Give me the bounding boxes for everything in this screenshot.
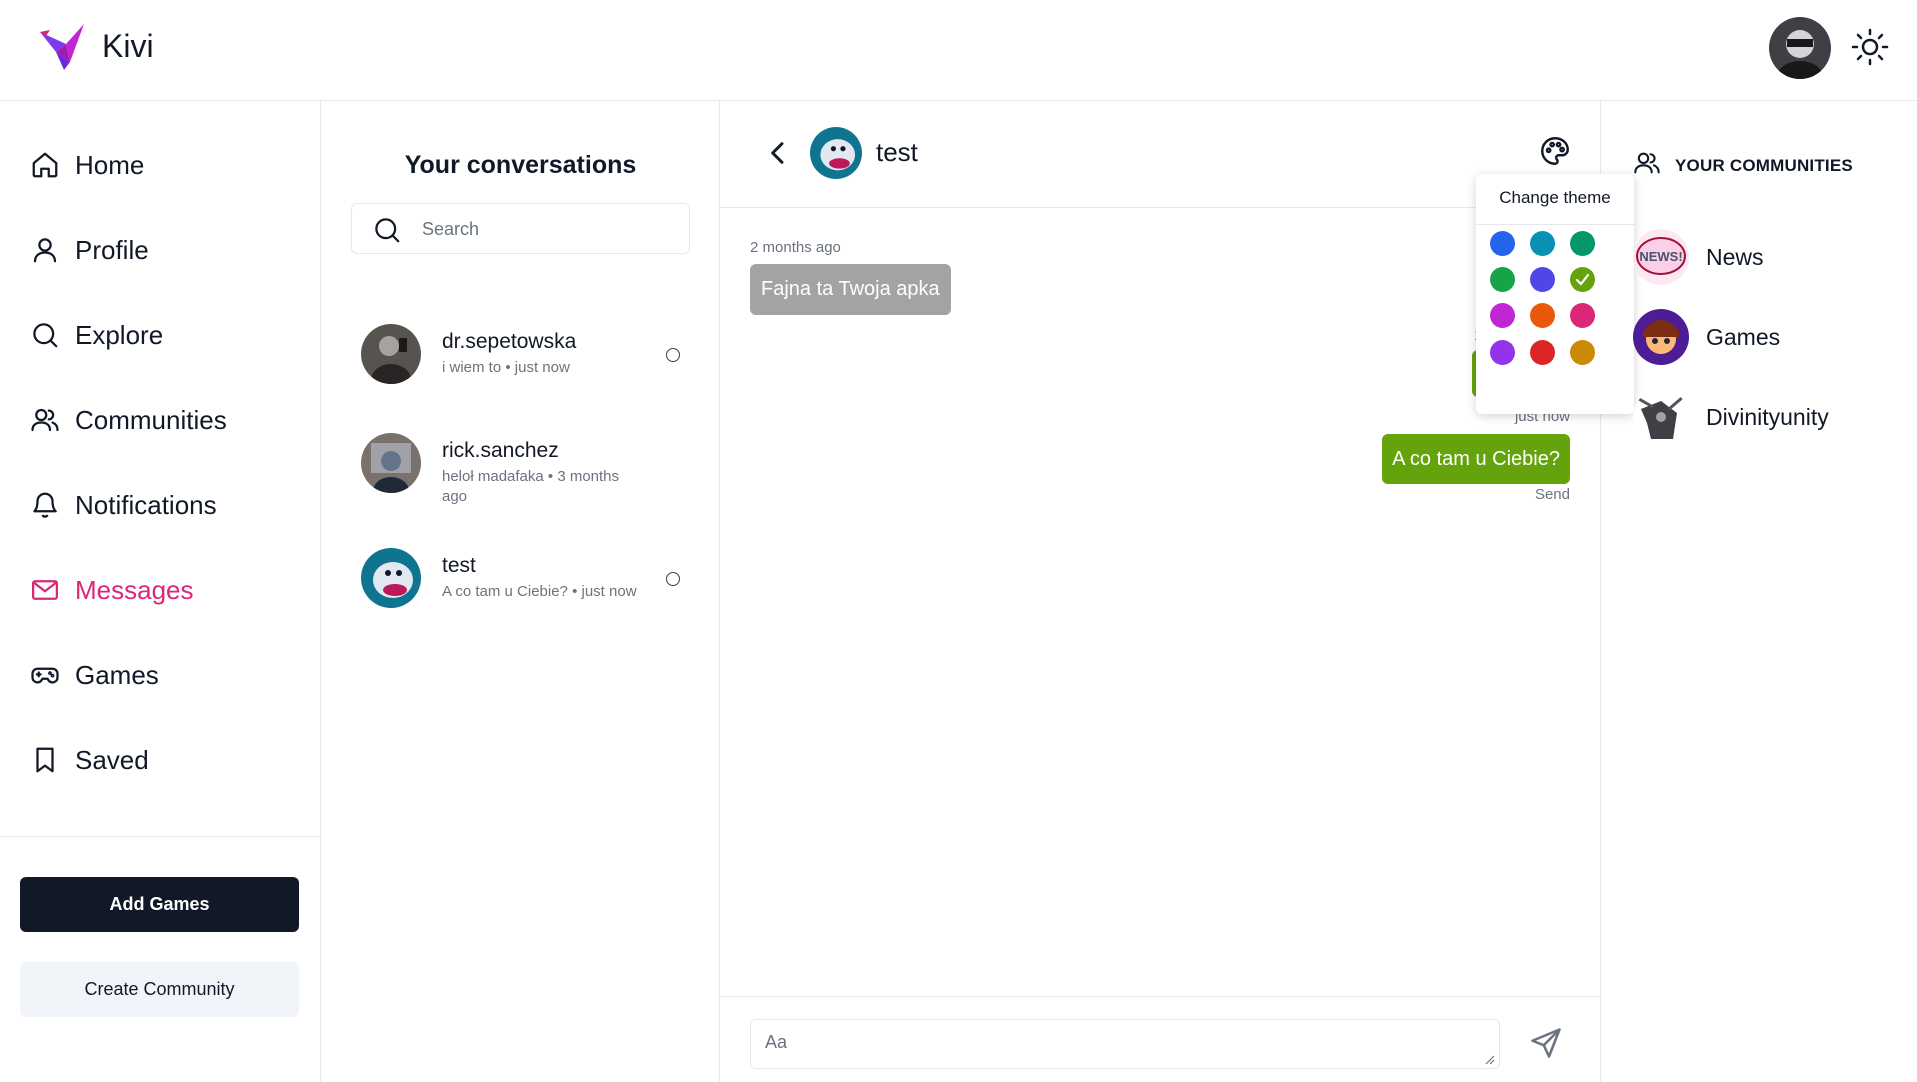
preview-time: just now	[514, 359, 570, 376]
chat-panel: test 2 months ago Fajna ta Twoja apka 1 …	[720, 101, 1601, 1082]
brand-name[interactable]: Kivi	[102, 28, 154, 65]
communities-header: YOUR COMMUNITIES	[1633, 149, 1853, 182]
composer-divider	[720, 996, 1601, 997]
preview-time: just now	[581, 583, 637, 600]
chat-contact-name[interactable]: test	[876, 137, 918, 168]
nav-item-messages[interactable]: Messages	[28, 568, 194, 612]
community-item[interactable]: NEWS! News	[1633, 227, 1903, 287]
outgoing-message-bubble: A co tam u Ciebie?	[1382, 434, 1570, 484]
chat-header: test	[720, 101, 1601, 208]
search-icon	[372, 215, 402, 245]
theme-color-swatch[interactable]	[1489, 302, 1515, 328]
create-community-button[interactable]: Create Community	[20, 962, 299, 1017]
add-games-button[interactable]: Add Games	[20, 877, 299, 932]
preview-text: A co tam u Ciebie?	[442, 583, 568, 600]
message-composer[interactable]	[750, 1019, 1500, 1069]
nav-item-notifications[interactable]: Notifications	[28, 483, 217, 527]
palette-icon[interactable]	[1538, 134, 1572, 168]
conversation-name: rick.sanchez	[442, 439, 559, 462]
unread-status-icon	[666, 348, 680, 362]
nav-label: Messages	[75, 574, 194, 605]
community-item[interactable]: Games	[1633, 307, 1903, 367]
nav-label: Home	[75, 149, 145, 180]
gamepad-icon	[28, 658, 62, 692]
conversation-preview: heloł madafaka • 3 months ago	[442, 468, 620, 505]
back-arrow-icon[interactable]	[762, 137, 794, 169]
send-icon[interactable]	[1528, 1025, 1564, 1061]
nav-item-communities[interactable]: Communities	[28, 398, 227, 442]
nav-item-home[interactable]: Home	[28, 143, 144, 187]
conversation-item[interactable]: rick.sanchez heloł madafaka • 3 months a…	[361, 433, 691, 505]
nav-item-saved[interactable]: Saved	[28, 738, 149, 782]
communities-title: YOUR COMMUNITIES	[1675, 155, 1853, 175]
conversations-title: Your conversations	[404, 151, 637, 179]
users-icon	[28, 403, 62, 437]
theme-color-swatch[interactable]	[1529, 266, 1555, 292]
bookmark-icon	[28, 743, 62, 777]
svg-text:NEWS!: NEWS!	[1639, 249, 1682, 264]
communities-panel: YOUR COMMUNITIES NEWS! News Games Divini…	[1601, 101, 1917, 1082]
conversation-preview: i wiem to • just now	[442, 359, 570, 376]
theme-toggle-sun-icon[interactable]	[1850, 27, 1890, 67]
nav-label: Explore	[75, 319, 164, 350]
theme-color-swatch[interactable]	[1569, 230, 1595, 256]
theme-color-swatch[interactable]	[1489, 339, 1515, 365]
community-name: News	[1706, 243, 1764, 270]
incoming-message-bubble: Fajna ta Twoja apka	[750, 264, 951, 315]
check-icon	[1575, 273, 1589, 285]
conversations-panel: Your conversations dr.sepetowska i wiem …	[321, 101, 720, 1082]
community-avatar	[1633, 389, 1689, 445]
theme-color-swatch[interactable]	[1569, 339, 1595, 365]
community-item[interactable]: Divinityunity	[1633, 387, 1903, 447]
search-input[interactable]	[422, 214, 672, 244]
search-icon	[28, 318, 62, 352]
theme-color-swatch[interactable]	[1529, 230, 1555, 256]
nav-label: Notifications	[75, 489, 217, 520]
community-name: Divinityunity	[1706, 403, 1829, 430]
theme-color-swatch[interactable]	[1489, 266, 1515, 292]
kivi-logo-icon[interactable]	[36, 22, 88, 74]
conversation-item[interactable]: test A co tam u Ciebie? • just now	[361, 548, 691, 618]
bell-icon	[28, 488, 62, 522]
users-icon	[1633, 149, 1661, 182]
resize-grip-icon[interactable]	[1485, 1055, 1495, 1065]
message-input[interactable]	[765, 1032, 1465, 1058]
unread-status-icon	[666, 572, 680, 586]
avatar	[361, 548, 421, 608]
mail-icon	[28, 573, 62, 607]
left-sidebar: Home Profile Explore Communities Notific…	[0, 101, 321, 1082]
preview-text: i wiem to	[442, 359, 502, 376]
theme-color-swatch[interactable]	[1529, 339, 1555, 365]
community-name: Games	[1706, 323, 1781, 350]
nav-label: Saved	[75, 744, 149, 775]
community-avatar	[1633, 309, 1689, 365]
message-timestamp: 2 months ago	[750, 239, 841, 256]
user-icon	[28, 233, 62, 267]
nav-label: Communities	[75, 404, 227, 435]
user-avatar[interactable]	[1769, 17, 1831, 79]
theme-color-swatch[interactable]	[1569, 266, 1595, 292]
chat-avatar[interactable]	[810, 127, 862, 179]
nav-item-games[interactable]: Games	[28, 653, 159, 697]
conversation-search[interactable]	[351, 203, 690, 254]
conversation-name: test	[442, 554, 476, 577]
conversation-item[interactable]: dr.sepetowska i wiem to • just now	[361, 324, 691, 394]
avatar	[361, 433, 421, 493]
conversation-name: dr.sepetowska	[442, 330, 577, 353]
sidebar-divider	[0, 836, 320, 837]
community-avatar: NEWS!	[1633, 229, 1689, 285]
nav-item-profile[interactable]: Profile	[28, 228, 149, 272]
theme-color-swatch[interactable]	[1529, 302, 1555, 328]
theme-color-swatch[interactable]	[1569, 302, 1595, 328]
nav-label: Profile	[75, 234, 149, 265]
nav-item-explore[interactable]: Explore	[28, 313, 163, 357]
avatar	[361, 324, 421, 384]
conversation-preview: A co tam u Ciebie? • just now	[442, 583, 637, 600]
preview-text: heloł madafaka	[442, 468, 544, 485]
theme-color-swatch[interactable]	[1489, 230, 1515, 256]
nav-label: Games	[75, 659, 159, 690]
home-icon	[28, 148, 62, 182]
top-header: Kivi	[0, 0, 1917, 101]
message-status: Send	[1534, 486, 1570, 503]
